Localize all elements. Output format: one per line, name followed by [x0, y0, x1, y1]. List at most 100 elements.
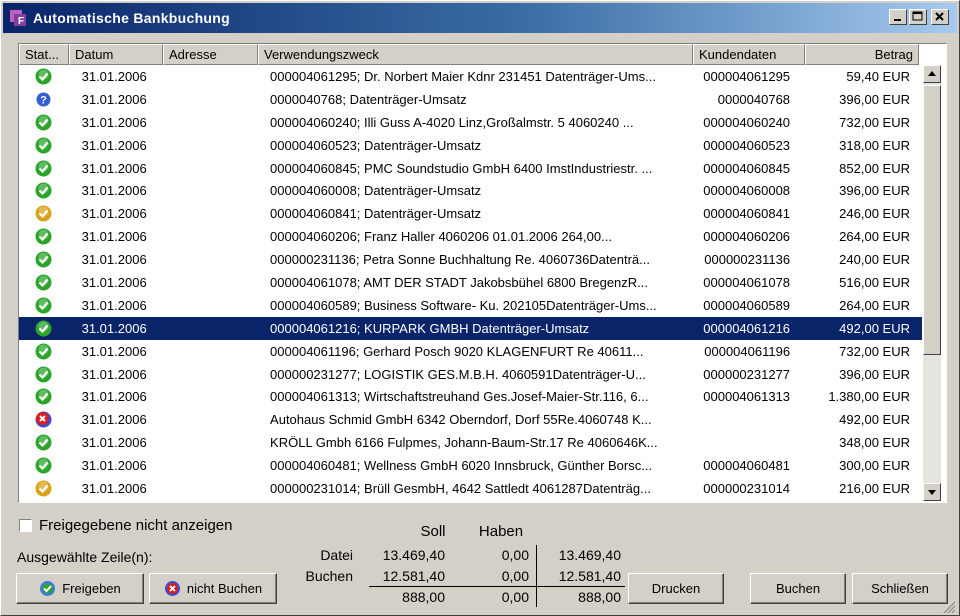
status-cell — [19, 457, 69, 474]
datei-label: Datei — [320, 547, 353, 563]
table-row[interactable]: 31.01.2006 000004060845; PMC Soundstudio … — [19, 157, 922, 180]
betrag-cell: 492,00 EUR — [839, 320, 910, 336]
col-header-betrag[interactable]: Betrag — [805, 44, 919, 65]
freigeben-button[interactable]: Freigeben — [16, 573, 144, 604]
svg-text:?: ? — [40, 94, 47, 106]
summary-divider-horizontal — [369, 586, 625, 587]
reject-icon — [35, 411, 52, 428]
kundendaten-cell: 0000040768 — [717, 91, 791, 107]
summary-divider-vertical — [536, 545, 537, 607]
table-row[interactable]: 31.01.2006 000004061078; AMT DER STADT Ja… — [19, 271, 922, 294]
grid-header: Stat... Datum Adresse Verwendungszweck K… — [19, 44, 919, 65]
col-header-status[interactable]: Stat... — [19, 44, 69, 65]
kundendaten-cell: 000004061196 — [704, 343, 791, 359]
table-row[interactable]: 31.01.2006 000004060481; Wellness GmbH 60… — [19, 454, 922, 477]
datum-cell: 31.01.2006 — [81, 366, 147, 382]
maximize-icon — [912, 11, 923, 21]
status-cell — [19, 274, 69, 291]
buchen-haben: 0,00 — [501, 568, 529, 584]
bank-booking-window: F Automatische Bankbuchung Stat... Datum… — [0, 0, 960, 616]
table-row[interactable]: 31.01.2006 000004061295; Dr. Norbert Maie… — [19, 65, 922, 88]
scroll-down-button[interactable] — [923, 483, 941, 501]
app-icon: F — [10, 10, 26, 27]
table-row[interactable]: 31.01.2006 000004060841; Datenträger-Umsa… — [19, 202, 922, 225]
datei-soll: 13.469,40 — [382, 547, 445, 563]
nicht-buchen-button[interactable]: nicht Buchen — [149, 573, 277, 604]
buchen-saldo: 12.581,40 — [558, 568, 621, 584]
verwendungszweck-cell: 000004061216; KURPARK GMBH Datenträger-U… — [270, 320, 590, 336]
buchen-label: Buchen — [775, 581, 821, 596]
verwendungszweck-cell: 000004060240; Illi Guss A-4020 Linz,Groß… — [270, 114, 634, 130]
table-row[interactable]: ? 31.01.2006 0000040768; Datenträger-Umsat… — [19, 88, 922, 111]
resize-grip-icon[interactable] — [941, 599, 957, 613]
check-icon — [35, 114, 52, 131]
verwendungszweck-cell: 000004060841; Datenträger-Umsatz — [270, 206, 482, 222]
betrag-cell: 732,00 EUR — [839, 114, 910, 130]
table-row[interactable]: 31.01.2006 Autohaus Schmid GmbH 6342 Ober… — [19, 408, 922, 431]
table-row[interactable]: 31.01.2006 000000231277; LOGISTIK GES.M.B… — [19, 363, 922, 386]
status-cell — [19, 320, 69, 337]
col-header-verwendungszweck[interactable]: Verwendungszweck — [258, 44, 693, 65]
drucken-label: Drucken — [651, 581, 701, 596]
table-row[interactable]: 31.01.2006 000004060589; Business Softwar… — [19, 294, 922, 317]
table-row[interactable]: 31.01.2006 000004061196; Gerhard Posch 90… — [19, 340, 922, 363]
maximize-button[interactable] — [909, 9, 927, 25]
status-cell — [19, 228, 69, 245]
verwendungszweck-cell: 000004060589; Business Software- Ku. 202… — [270, 297, 657, 313]
hide-approved-label[interactable]: Freigegebene nicht anzeigen — [39, 517, 232, 534]
bookings-grid[interactable]: Stat... Datum Adresse Verwendungszweck K… — [18, 43, 947, 503]
haben-header: Haben — [478, 523, 524, 540]
datum-cell: 31.01.2006 — [81, 297, 147, 313]
table-row[interactable]: 31.01.2006 000004060523; Datenträger-Umsa… — [19, 134, 922, 157]
scroll-up-button[interactable] — [923, 65, 941, 83]
grid-rows: 31.01.2006 000004061295; Dr. Norbert Maie… — [19, 65, 922, 500]
kundendaten-cell: 000004061216 — [703, 320, 791, 336]
buchen-row-label: Buchen — [305, 568, 353, 584]
check-icon — [35, 251, 52, 268]
datum-cell: 31.01.2006 — [81, 252, 147, 268]
nicht-buchen-label: nicht Buchen — [186, 581, 263, 596]
datum-cell: 31.01.2006 — [81, 114, 147, 130]
buchen-soll: 12.581,40 — [382, 568, 445, 584]
status-cell — [19, 182, 69, 199]
kundendaten-cell: 000004061295 — [703, 68, 791, 84]
col-header-adresse[interactable]: Adresse — [163, 44, 258, 65]
schliessen-button[interactable]: Schließen — [852, 573, 948, 604]
verwendungszweck-cell: KRÖLL Gmbh 6166 Fulpmes, Johann-Baum-Str… — [270, 435, 658, 451]
status-cell — [19, 205, 69, 222]
datum-cell: 31.01.2006 — [81, 68, 147, 84]
table-row[interactable]: 31.01.2006 KRÖLL Gmbh 6166 Fulpmes, Johan… — [19, 431, 922, 454]
minimize-button[interactable] — [889, 9, 907, 25]
check-warning-icon — [35, 480, 52, 497]
buchen-button[interactable]: Buchen — [750, 573, 846, 604]
table-row[interactable]: 31.01.2006 000004060240; Illi Guss A-4020… — [19, 111, 922, 134]
col-header-kundendaten[interactable]: Kundendaten — [693, 44, 805, 65]
datum-cell: 31.01.2006 — [81, 458, 147, 474]
diff-soll: 888,00 — [402, 589, 445, 605]
check-icon — [35, 297, 52, 314]
hide-approved-checkbox[interactable] — [19, 519, 32, 532]
check-icon — [35, 457, 52, 474]
diff-haben: 0,00 — [501, 589, 529, 605]
verwendungszweck-cell: 000004061196; Gerhard Posch 9020 KLAGENF… — [270, 343, 644, 359]
title-bar[interactable]: F Automatische Bankbuchung — [3, 3, 957, 33]
kundendaten-cell: 000004061078 — [703, 274, 791, 290]
table-row[interactable]: 31.01.2006 000000231136; Petra Sonne Buch… — [19, 248, 922, 271]
close-button[interactable] — [931, 9, 949, 25]
check-icon — [35, 434, 52, 451]
vertical-scrollbar[interactable] — [923, 65, 941, 501]
col-header-datum[interactable]: Datum — [69, 44, 163, 65]
betrag-cell: 318,00 EUR — [839, 137, 910, 153]
table-row[interactable]: 31.01.2006 000004060206; Franz Haller 406… — [19, 225, 922, 248]
table-row[interactable]: 31.01.2006 000004060008; Datenträger-Umsa… — [19, 179, 922, 202]
table-row[interactable]: 31.01.2006 000004061313; Wirtschaftstreuh… — [19, 385, 922, 408]
status-cell — [19, 68, 69, 85]
kundendaten-cell: 000004060523 — [703, 137, 791, 153]
status-cell — [19, 411, 69, 428]
datum-cell: 31.01.2006 — [81, 343, 147, 359]
drucken-button[interactable]: Drucken — [628, 573, 724, 604]
scroll-thumb[interactable] — [923, 85, 941, 355]
table-row[interactable]: 31.01.2006 000004061216; KURPARK GMBH Dat… — [19, 316, 922, 340]
table-row[interactable]: 31.01.2006 000000231014; Brüll GesmbH, 46… — [19, 477, 922, 500]
kundendaten-cell: 000004060589 — [703, 297, 791, 313]
